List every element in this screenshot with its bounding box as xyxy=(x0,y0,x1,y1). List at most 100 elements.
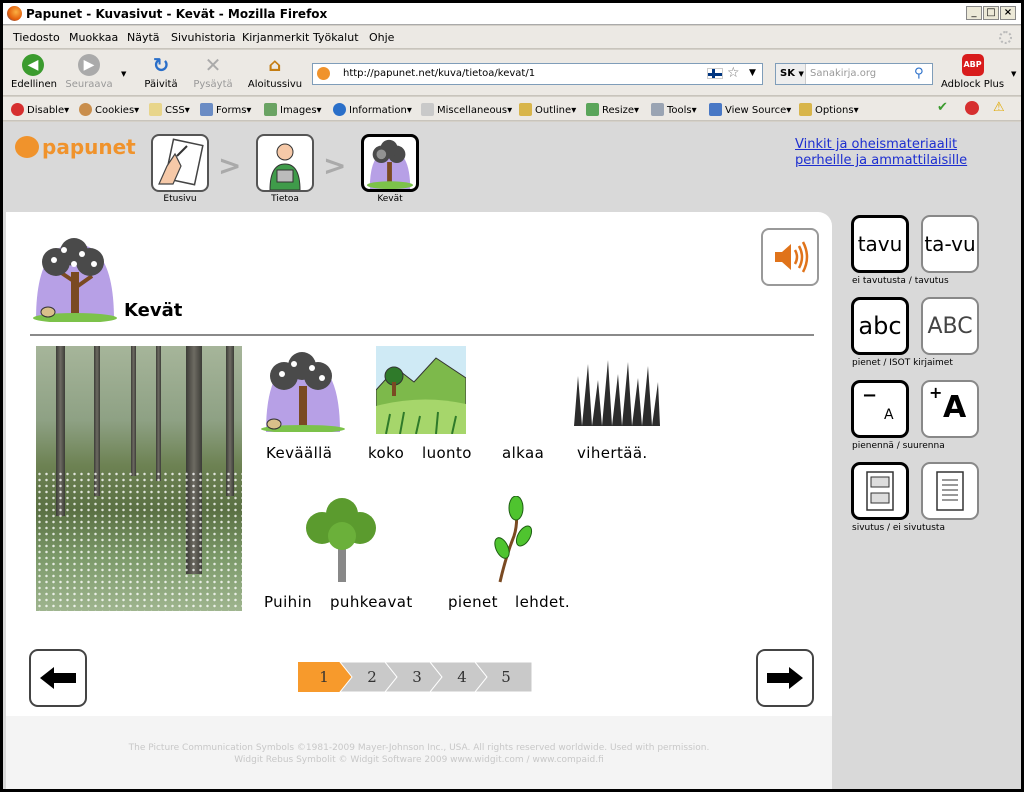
letter-case-caption: pienet / ISOT kirjaimet xyxy=(852,358,953,368)
dev-miscellaneous[interactable]: Miscellaneous▾ xyxy=(421,103,512,116)
home-button[interactable]: ⌂ Aloitussivu xyxy=(247,54,303,91)
spring-tree-icon xyxy=(361,134,419,192)
uppercase-button[interactable]: ABC xyxy=(921,297,979,355)
dev-view-source[interactable]: View Source▾ xyxy=(709,103,791,116)
throbber-icon xyxy=(999,31,1012,44)
outline-icon xyxy=(519,103,532,116)
text-size-caption: pienennä / suurenna xyxy=(852,441,945,451)
adblock-icon: ABP xyxy=(961,54,984,76)
no-hyphenation-button[interactable]: tavu xyxy=(851,215,909,273)
web-developer-toolbar: Disable▾ Cookies▾ CSS▾ Forms▾ Images▾ In… xyxy=(3,97,1021,121)
search-engine-selector[interactable]: SK ▼ xyxy=(776,64,806,84)
url-text: http://papunet.net/kuva/tietoa/kevat/1 xyxy=(343,68,536,79)
nature-landscape-symbol xyxy=(375,346,467,435)
finland-flag-icon xyxy=(707,68,723,79)
paging-button[interactable] xyxy=(851,462,909,520)
leaf-branch-symbol xyxy=(490,495,534,584)
breadcrumb-kevat[interactable]: Kevät xyxy=(360,134,420,204)
hand-writing-icon xyxy=(151,134,209,192)
dev-cookies[interactable]: Cookies▾ xyxy=(79,103,139,116)
resize-icon xyxy=(586,103,599,116)
spring-tree-symbol xyxy=(258,346,348,433)
url-dropdown-icon[interactable]: ▼ xyxy=(749,68,756,78)
menu-tyokalut[interactable]: Työkalut xyxy=(313,31,359,44)
search-input[interactable]: Sanakirja.org xyxy=(810,68,876,79)
speaker-icon xyxy=(775,241,809,273)
dev-tools[interactable]: Tools▾ xyxy=(651,103,697,116)
adblock-dropdown-icon[interactable]: ▼ xyxy=(1011,70,1016,78)
word-koko: koko xyxy=(368,444,405,462)
word-lehdet: lehdet. xyxy=(515,593,571,611)
close-button[interactable]: × xyxy=(1000,6,1016,20)
heading-divider xyxy=(30,334,814,336)
search-bar[interactable]: SK ▼ Sanakirja.org ⚲ xyxy=(775,63,933,85)
warning-icon[interactable]: ⚠ xyxy=(993,100,1005,115)
stop-icon: ✕ xyxy=(204,53,222,77)
menu-nayta[interactable]: Näytä xyxy=(127,31,160,44)
css-icon xyxy=(149,103,162,116)
forward-history-dropdown[interactable]: ▼ xyxy=(121,70,126,78)
no-paging-button[interactable] xyxy=(921,462,979,520)
green-grass-symbol xyxy=(572,356,662,428)
papunet-logo-icon xyxy=(15,136,39,158)
hyphenation-button[interactable]: ta-vu xyxy=(921,215,979,273)
menu-muokkaa[interactable]: Muokkaa xyxy=(69,31,118,44)
search-icon[interactable]: ⚲ xyxy=(914,66,924,81)
papunet-favicon xyxy=(317,67,333,81)
spring-forest-photo xyxy=(36,346,242,611)
increase-text-button[interactable]: + A xyxy=(921,380,979,438)
browser-window: Papunet - Kuvasivut - Kevät - Mozilla Fi… xyxy=(3,3,1021,789)
dev-information[interactable]: Information▾ xyxy=(333,103,412,116)
continuous-document-icon xyxy=(936,471,964,511)
hyphenation-caption: ei tavutusta / tavutus xyxy=(852,276,949,286)
back-button[interactable]: ◀ Edellinen xyxy=(11,54,57,90)
dev-options[interactable]: Options▾ xyxy=(799,103,859,116)
story-panel: Kevät Keväällä koko luonto alkaa vihertä… xyxy=(6,212,832,789)
word-vihertaa: vihertää. xyxy=(577,444,648,462)
page-1-button[interactable]: 1 xyxy=(298,662,350,692)
tips-and-materials-link[interactable]: Vinkit ja oheismateriaalit perheille ja … xyxy=(795,137,967,169)
back-arrow-icon: ◀ xyxy=(22,54,44,76)
dev-outline[interactable]: Outline▾ xyxy=(519,103,576,116)
papunet-logo[interactable]: papunet xyxy=(15,135,136,159)
word-pienet: pienet xyxy=(448,593,498,611)
title-bar: Papunet - Kuvasivut - Kevät - Mozilla Fi… xyxy=(3,3,1021,25)
menu-kirjanmerkit[interactable]: Kirjanmerkit xyxy=(242,31,309,44)
copyright-footer: The Picture Communication Symbols ©1981-… xyxy=(6,716,832,789)
word-puhkeavat: puhkeavat xyxy=(330,593,413,611)
page-5-button[interactable]: 5 xyxy=(480,662,532,692)
dev-images[interactable]: Images▾ xyxy=(264,103,322,116)
stop-button[interactable]: ✕ Pysäytä xyxy=(191,53,235,90)
paged-document-icon xyxy=(866,471,894,511)
forward-button[interactable]: ▶ Seuraava xyxy=(65,54,113,90)
dev-css[interactable]: CSS▾ xyxy=(149,103,190,116)
url-bar[interactable]: http://papunet.net/kuva/tietoa/kevat/1 ☆… xyxy=(312,63,763,85)
valid-checkmark-icon[interactable]: ✔ xyxy=(937,100,948,115)
reload-button[interactable]: ↻ Päivitä xyxy=(141,53,181,90)
error-icon[interactable] xyxy=(965,101,982,115)
previous-page-button[interactable] xyxy=(29,649,87,707)
disable-icon xyxy=(11,103,24,116)
decrease-text-button[interactable]: − A xyxy=(851,380,909,438)
adblock-plus-button[interactable]: ABP Adblock Plus xyxy=(941,54,1004,90)
lowercase-button[interactable]: abc xyxy=(851,297,909,355)
menu-ohje[interactable]: Ohje xyxy=(369,31,394,44)
next-page-button[interactable] xyxy=(756,649,814,707)
word-alkaa: alkaa xyxy=(502,444,545,462)
dev-disable[interactable]: Disable▾ xyxy=(11,103,69,116)
dev-resize[interactable]: Resize▾ xyxy=(586,103,639,116)
bookmark-star-icon[interactable]: ☆ xyxy=(727,65,740,81)
read-aloud-button[interactable] xyxy=(761,228,819,286)
menu-sivuhistoria[interactable]: Sivuhistoria xyxy=(171,31,236,44)
maximize-button[interactable]: □ xyxy=(983,6,999,20)
arrow-right-icon xyxy=(767,667,803,689)
dev-forms[interactable]: Forms▾ xyxy=(200,103,251,116)
menu-tiedosto[interactable]: Tiedosto xyxy=(13,31,60,44)
word-luonto: luonto xyxy=(422,444,472,462)
forms-icon xyxy=(200,103,213,116)
breadcrumb-tietoa[interactable]: Tietoa xyxy=(255,134,315,204)
breadcrumb-etusivu[interactable]: Etusivu xyxy=(150,134,210,204)
minimize-button[interactable]: _ xyxy=(966,6,982,20)
breadcrumb-separator-icon: > xyxy=(323,149,347,182)
view-source-icon xyxy=(709,103,722,116)
